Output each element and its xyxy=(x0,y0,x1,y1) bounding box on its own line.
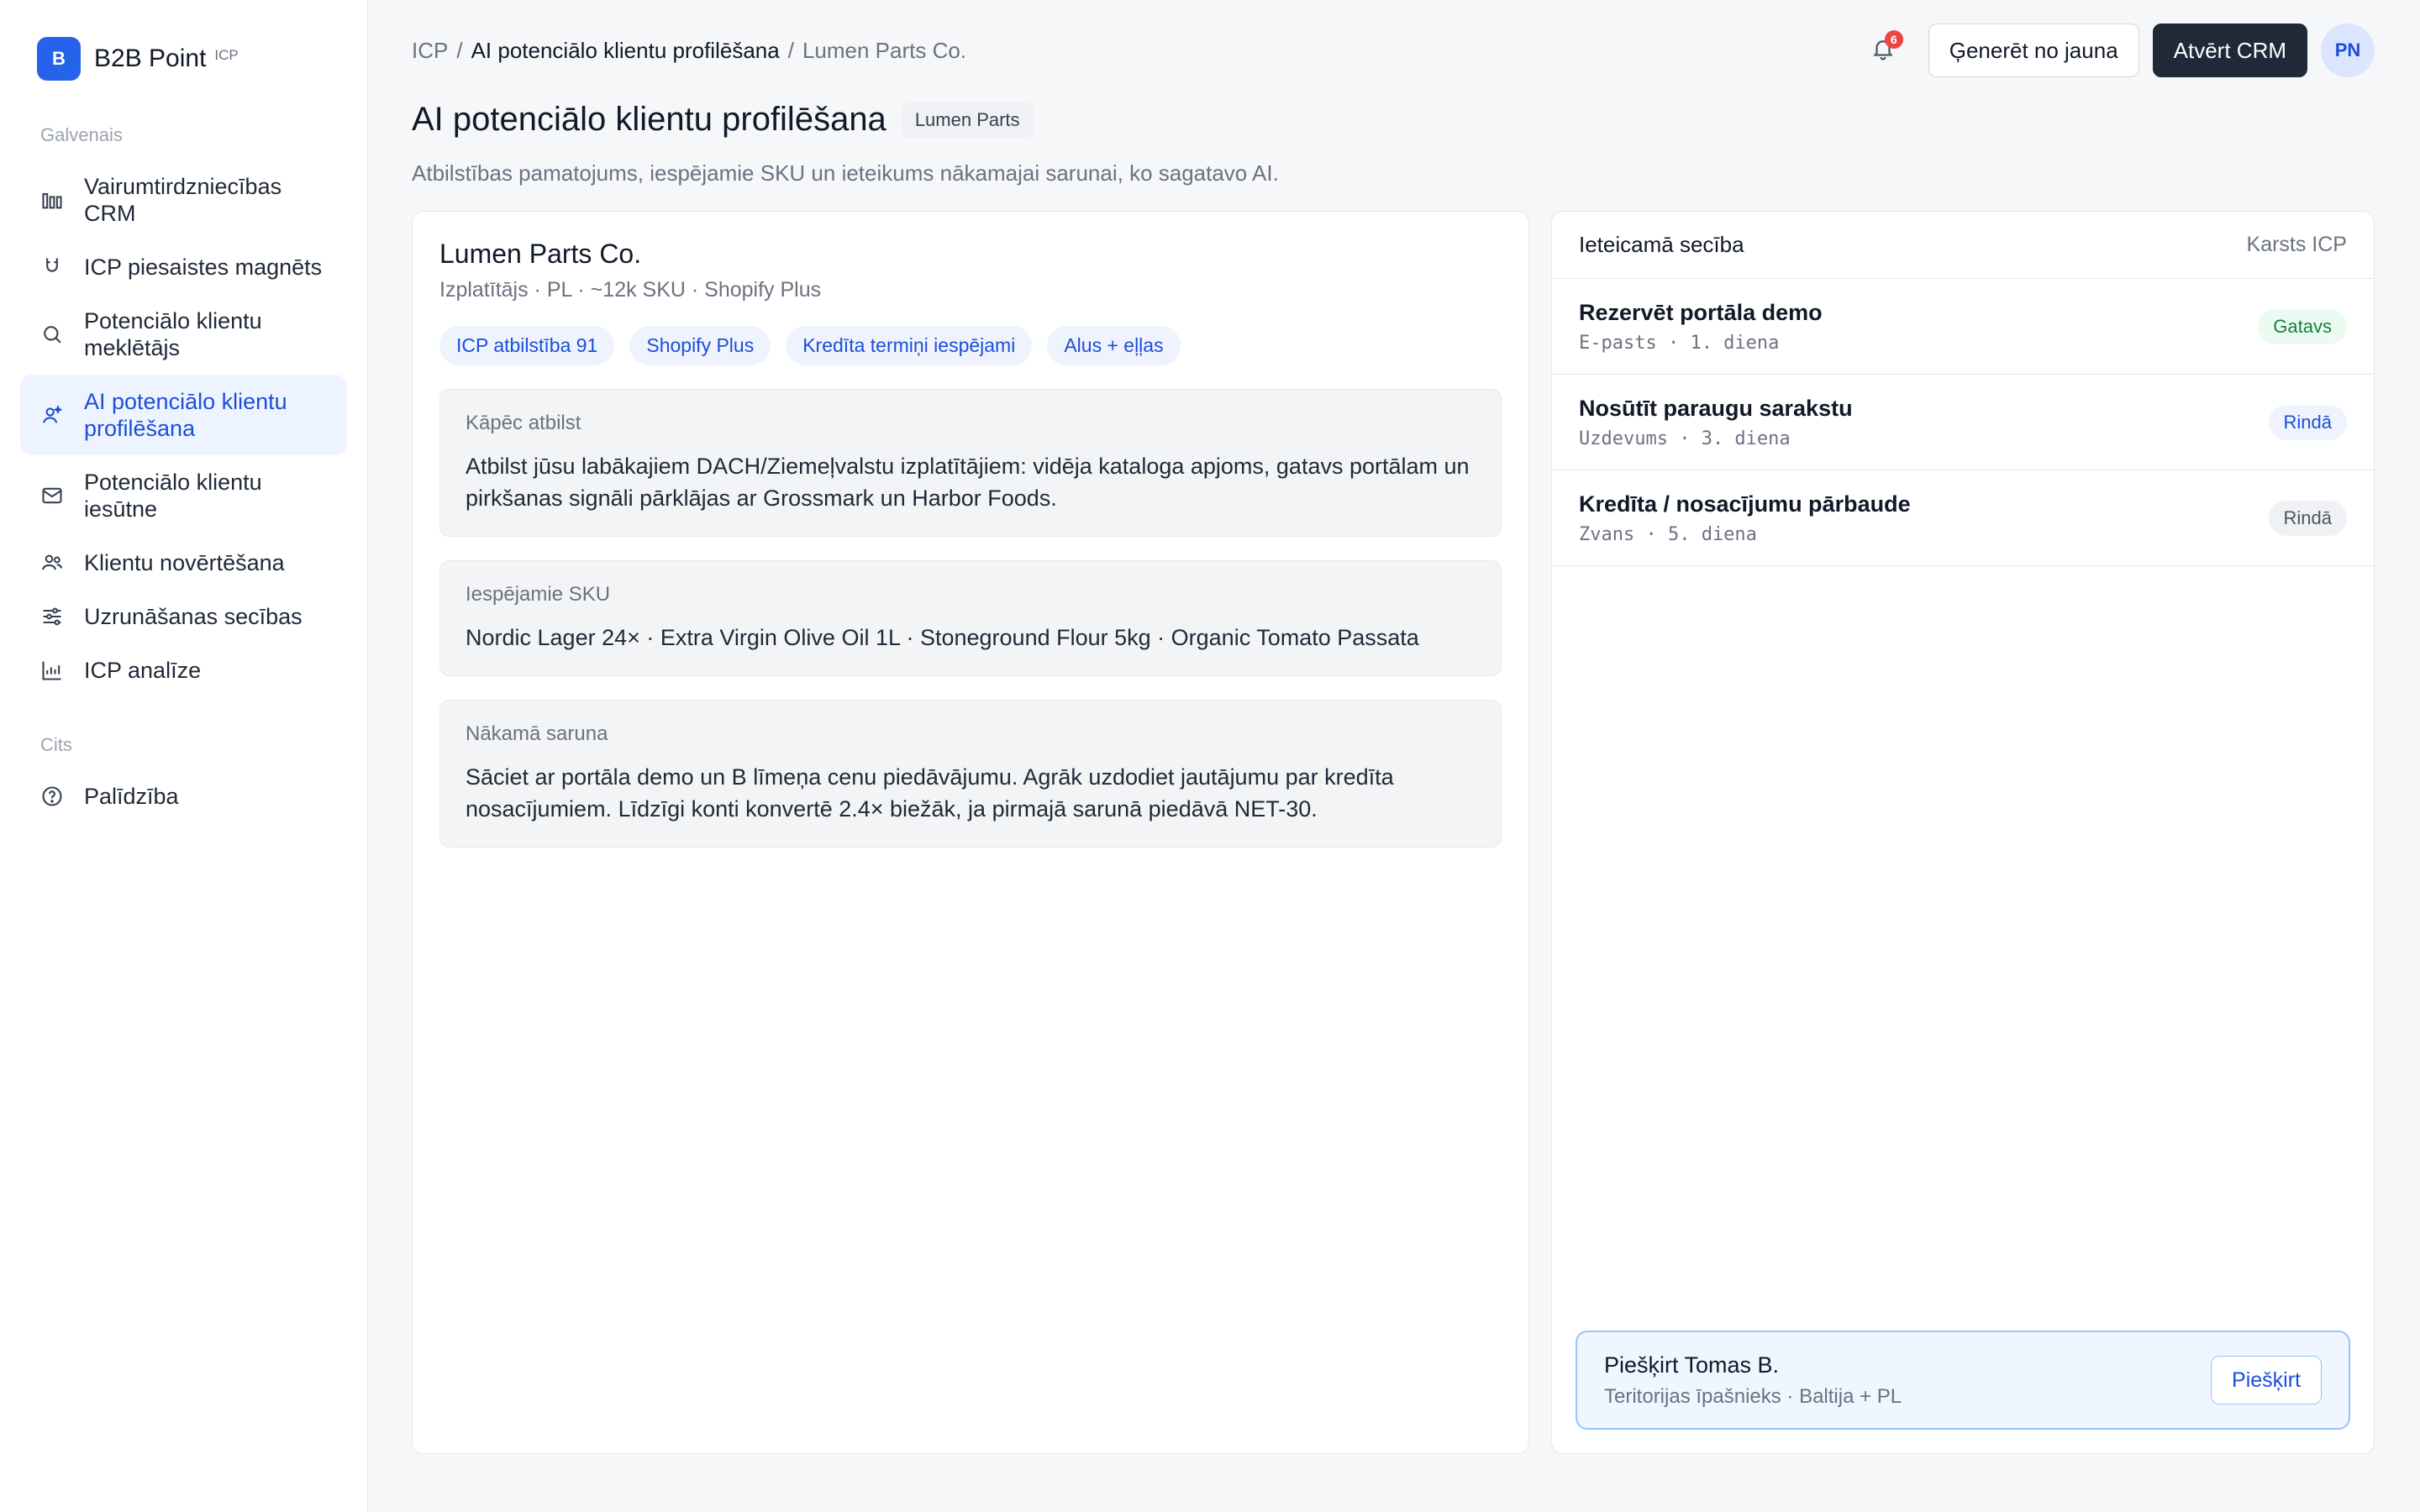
company-meta: Izplatītājs · PL · ~12k SKU · Shopify Pl… xyxy=(439,278,822,302)
brand-tag: ICP xyxy=(214,47,239,63)
breadcrumb-current: Lumen Parts Co. xyxy=(802,37,967,63)
panel-label: Nākamā saruna xyxy=(466,722,608,745)
search-icon xyxy=(40,323,64,346)
sidebar: B B2B Point ICP Galvenais Vairumtirdznie… xyxy=(0,0,368,1512)
step-sub: Zvans · 5. diena xyxy=(1579,523,1757,545)
sidebar-item-label: Klientu novērtēšana xyxy=(84,550,285,575)
step-sub: E-pasts · 1. diena xyxy=(1579,332,1780,354)
assign-title: Piešķirt Tomas B. xyxy=(1604,1352,1780,1378)
bars-chart-icon xyxy=(40,188,64,212)
sequence-title: Ieteicamā secība xyxy=(1579,232,1744,257)
assign-subtitle: Teritorijas īpašnieks · Baltija + PL xyxy=(1604,1384,1902,1408)
notification-count-badge: 6 xyxy=(1884,30,1903,49)
chip-icp-score: ICP atbilstība 91 xyxy=(439,326,615,365)
page-subtitle: Atbilstības pamatojums, iespējamie SKU u… xyxy=(412,160,1279,186)
title-row: AI potenciālo klientu profilēšana Lumen … xyxy=(412,101,2375,139)
app-root: B B2B Point ICP Galvenais Vairumtirdznie… xyxy=(0,0,2420,1512)
step-info: Nosūtīt paraugu sarakstu Uzdevums · 3. d… xyxy=(1579,396,1853,449)
breadcrumb: ICP / AI potenciālo klientu profilēšana … xyxy=(412,38,966,64)
sidebar-item-label: ICP piesaistes magnēts xyxy=(84,255,323,280)
chip-categories: Alus + eļļas xyxy=(1047,326,1181,365)
breadcrumb-separator: / xyxy=(787,37,794,63)
sidebar-item-help[interactable]: Palīdzība xyxy=(20,769,347,823)
status-badge: Rindā xyxy=(2268,404,2347,440)
sequence-card: Ieteicamā secība Karsts ICP Rezervēt por… xyxy=(1551,211,2375,1454)
sidebar-item-label: Vairumtirdzniecības CRM xyxy=(84,174,282,226)
status-badge: Gatavs xyxy=(2258,308,2347,344)
panel-text: Sāciet ar portāla demo un B līmeņa cenu … xyxy=(466,764,1394,822)
sidebar-item-wholesale-crm[interactable]: Vairumtirdzniecības CRM xyxy=(20,160,347,240)
analytics-icon xyxy=(40,659,64,682)
avatar[interactable]: PN xyxy=(2321,24,2375,77)
sliders-icon xyxy=(40,605,64,628)
panel-text: Nordic Lager 24× · Extra Virgin Olive Oi… xyxy=(466,625,1419,650)
sidebar-item-label: Uzrunāšanas secības xyxy=(84,604,302,629)
magnet-icon xyxy=(40,255,64,279)
sidebar-item-icp-magnet[interactable]: ICP piesaistes magnēts xyxy=(20,240,347,294)
sidebar-item-lead-finder[interactable]: Potenciālo klientu meklētājs xyxy=(20,294,347,375)
panel-label: Kāpēc atbilst xyxy=(466,412,581,434)
step-info: Kredīta / nosacījumu pārbaude Zvans · 5.… xyxy=(1579,491,1911,545)
main-content: ICP / AI potenciālo klientu profilēšana … xyxy=(368,0,2420,1512)
main-nav: Vairumtirdzniecības CRM ICP piesaistes m… xyxy=(20,160,347,697)
other-nav: Palīdzība xyxy=(20,769,347,823)
sidebar-item-label: Potenciālo klientu meklētājs xyxy=(84,308,262,360)
section-label-other: Cits xyxy=(40,734,72,755)
step-name: Rezervēt portāla demo xyxy=(1579,299,1823,325)
brand-logo: B xyxy=(37,37,81,81)
breadcrumb-section[interactable]: AI potenciālo klientu profilēšana xyxy=(471,38,780,64)
topbar: ICP / AI potenciālo klientu profilēšana … xyxy=(412,0,2375,101)
brand[interactable]: B B2B Point ICP xyxy=(20,37,347,81)
sidebar-item-icp-analysis[interactable]: ICP analīze xyxy=(20,643,347,697)
sequence-step[interactable]: Kredīta / nosacījumu pārbaude Zvans · 5.… xyxy=(1552,470,2374,566)
status-badge: Rindā xyxy=(2268,500,2347,536)
chip-list: ICP atbilstība 91 Shopify Plus Kredīta t… xyxy=(439,326,1502,365)
title-tag: Lumen Parts xyxy=(901,102,1034,138)
assign-button[interactable]: Piešķirt xyxy=(2211,1356,2322,1404)
sequence-step[interactable]: Rezervēt portāla demo E-pasts · 1. diena… xyxy=(1552,279,2374,375)
regenerate-button[interactable]: Ģenerēt no jauna xyxy=(1928,24,2139,77)
assign-owner-box: Piešķirt Tomas B. Teritorijas īpašnieks … xyxy=(1576,1331,2350,1430)
page-title: AI potenciālo klientu profilēšana xyxy=(412,101,886,138)
sequence-header: Ieteicamā secība Karsts ICP xyxy=(1552,212,2374,279)
sidebar-item-label: AI potenciālo klientu profilēšana xyxy=(84,389,287,441)
sidebar-item-lead-inbox[interactable]: Potenciālo klientu iesūtne xyxy=(20,455,347,536)
step-info: Rezervēt portāla demo E-pasts · 1. diena xyxy=(1579,300,1823,354)
sequence-meta: Karsts ICP xyxy=(2246,233,2347,256)
panel-label: Iespējamie SKU xyxy=(466,583,611,606)
sidebar-item-ai-profiling[interactable]: AI potenciālo klientu profilēšana xyxy=(20,375,347,455)
why-fit-panel: Kāpēc atbilst Atbilst jūsu labākajiem DA… xyxy=(439,389,1502,537)
user-sparkle-icon xyxy=(40,403,64,427)
mail-icon xyxy=(40,484,64,507)
likely-sku-panel: Iespējamie SKU Nordic Lager 24× · Extra … xyxy=(439,560,1502,676)
breadcrumb-separator: / xyxy=(456,37,463,63)
section-label-main: Galvenais xyxy=(40,124,123,145)
company-name: Lumen Parts Co. xyxy=(439,239,642,269)
assign-info: Piešķirt Tomas B. Teritorijas īpašnieks … xyxy=(1604,1352,1902,1409)
panel-text: Atbilst jūsu labākajiem DACH/Ziemeļvalst… xyxy=(466,454,1470,511)
chip-credit-terms: Kredīta termiņi iespējami xyxy=(786,326,1033,365)
step-name: Nosūtīt paraugu sarakstu xyxy=(1579,395,1853,421)
breadcrumb-root[interactable]: ICP xyxy=(412,38,448,64)
sidebar-item-label: ICP analīze xyxy=(84,658,202,683)
sidebar-item-outreach-sequences[interactable]: Uzrunāšanas secības xyxy=(20,590,347,643)
chip-platform: Shopify Plus xyxy=(629,326,771,365)
sequence-step[interactable]: Nosūtīt paraugu sarakstu Uzdevums · 3. d… xyxy=(1552,375,2374,470)
notifications-button[interactable]: 6 xyxy=(1858,25,1908,76)
help-icon xyxy=(40,785,64,808)
open-crm-button[interactable]: Atvērt CRM xyxy=(2152,24,2307,77)
page-header: AI potenciālo klientu profilēšana Lumen … xyxy=(412,101,2375,189)
step-name: Kredīta / nosacījumu pārbaude xyxy=(1579,491,1911,517)
next-call-panel: Nākamā saruna Sāciet ar portāla demo un … xyxy=(439,700,1502,848)
users-icon xyxy=(40,551,64,575)
sidebar-item-label: Palīdzība xyxy=(84,784,179,809)
sidebar-item-client-scoring[interactable]: Klientu novērtēšana xyxy=(20,536,347,590)
brand-name: B2B Point xyxy=(94,45,207,72)
profile-card: Lumen Parts Co. Izplatītājs · PL · ~12k … xyxy=(412,211,1529,1454)
content-area: Lumen Parts Co. Izplatītājs · PL · ~12k … xyxy=(412,211,2375,1454)
step-sub: Uzdevums · 3. diena xyxy=(1579,428,1791,449)
top-actions: 6 Ģenerēt no jauna Atvērt CRM PN xyxy=(1858,24,2375,77)
sidebar-item-label: Potenciālo klientu iesūtne xyxy=(84,470,262,522)
